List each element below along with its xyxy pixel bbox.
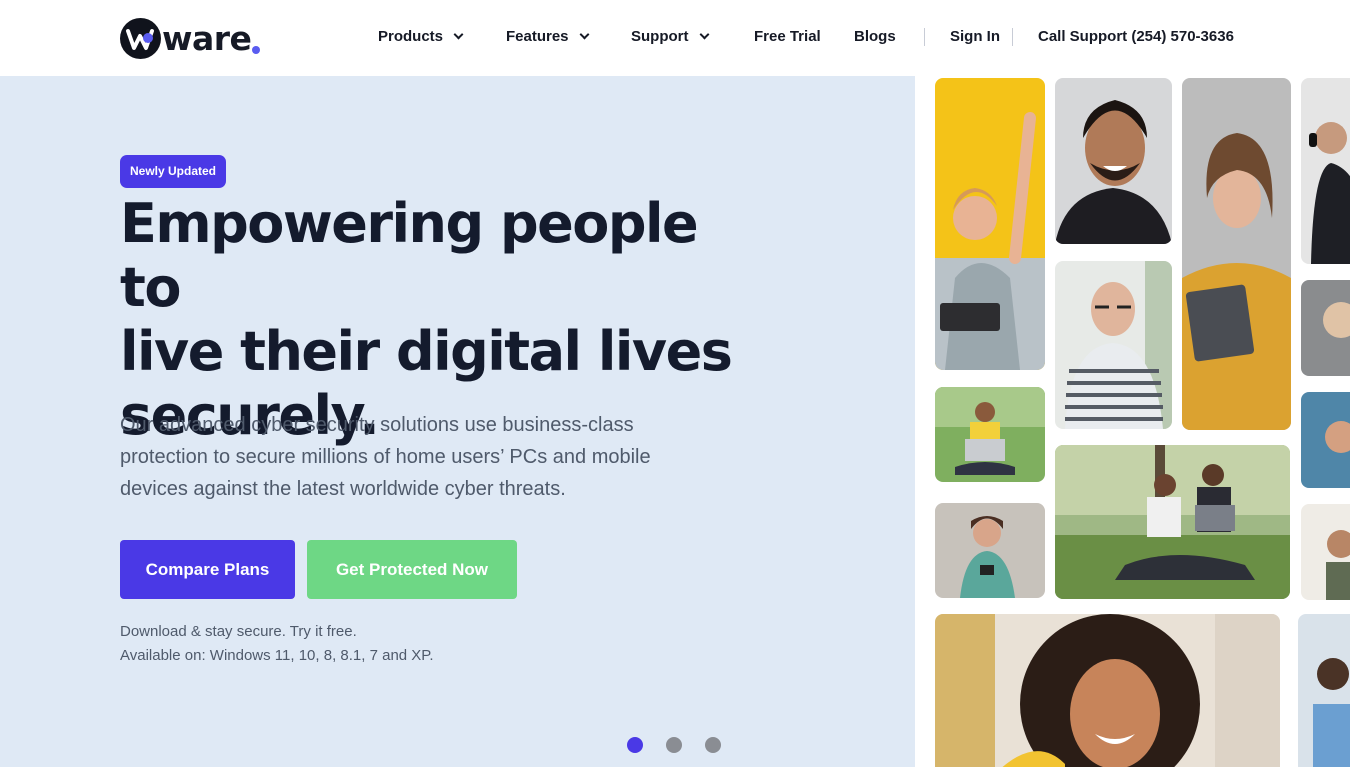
availability-note: Available on: Windows 11, 10, 8, 8.1, 7 … [120,647,434,664]
nav-support[interactable]: Support [631,28,709,45]
brand-logo[interactable]: ware [120,17,261,59]
photo-woman-laughing [935,614,1280,767]
nav-divider [1012,28,1013,46]
get-protected-button[interactable]: Get Protected Now [307,540,517,599]
chevron-down-icon [453,29,464,39]
nav-products[interactable]: Products [378,28,464,45]
hero-description: Our advanced cyber security solutions us… [120,414,651,500]
photo-collage [915,76,1350,767]
hero-section: Newly Updated Empowering people to live … [0,76,915,767]
nav-call-support[interactable]: Call Support (254) 570-3636 [1038,28,1234,45]
brand-name: ware [162,18,252,58]
headline-line-2: live their digital lives [120,320,733,383]
nav-features[interactable]: Features [506,28,589,45]
logo-dot [252,46,261,54]
nav-blogs[interactable]: Blogs [854,28,896,45]
carousel-dot-2[interactable] [666,737,682,753]
photo-woman-partial [1301,504,1350,600]
photo-bald-man-glasses [1055,261,1172,429]
nav-support-label: Support [631,28,689,45]
nav-divider [924,28,925,46]
logo-mark-icon [120,17,161,59]
nav-blogs-label: Blogs [854,28,896,45]
nav-products-label: Products [378,28,444,45]
photo-child-partial [1301,392,1350,488]
nav-free-trial[interactable]: Free Trial [754,28,821,45]
photo-student-laptop-grass [935,387,1045,482]
nav-call-support-label: Call Support (254) 570-3636 [1038,28,1234,45]
carousel-dots [627,737,721,753]
nav-free-trial-label: Free Trial [754,28,821,45]
nav-features-label: Features [506,28,569,45]
photo-smiling-man [1055,78,1172,244]
nav-sign-in[interactable]: Sign In [950,28,1000,45]
photo-person-partial [1301,280,1350,376]
photo-man-headphones [1301,78,1350,264]
chevron-down-icon [579,29,589,39]
download-note: Download & stay secure. Try it free. [120,623,357,640]
carousel-dot-1[interactable] [627,737,643,753]
photo-woman-celebrating [935,78,1045,370]
site-header: ware Products Features Support Free Tria… [0,0,1350,76]
photo-woman-tablet [1182,78,1291,430]
headline-line-1: Empowering people to [120,192,699,319]
nav-sign-in-label: Sign In [950,28,1000,45]
compare-plans-button[interactable]: Compare Plans [120,540,295,599]
photo-friends-in-park [1055,445,1290,599]
photo-people-partial [1298,614,1350,767]
photo-woman-phone [935,503,1045,598]
chevron-down-icon [699,29,709,39]
newly-updated-badge: Newly Updated [120,155,227,188]
carousel-dot-3[interactable] [705,737,721,753]
